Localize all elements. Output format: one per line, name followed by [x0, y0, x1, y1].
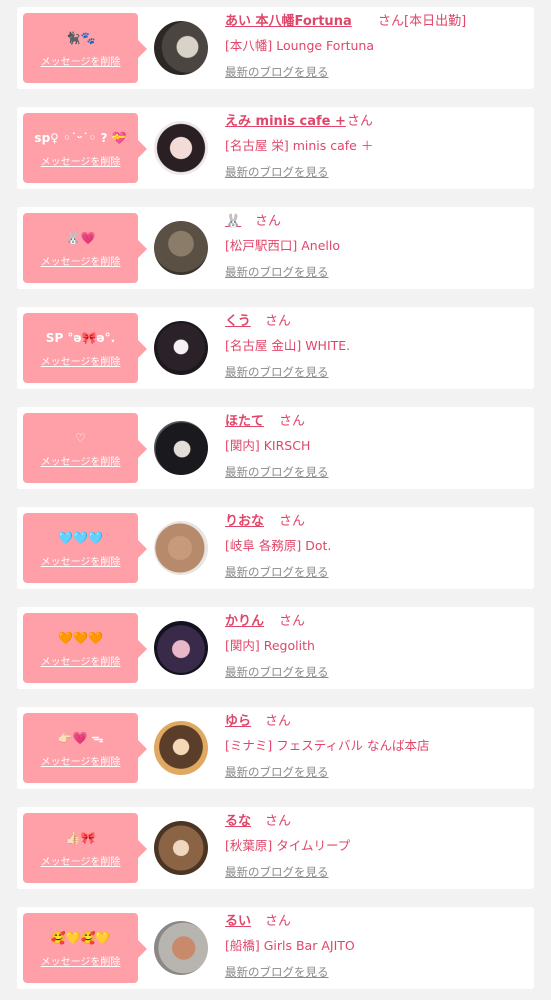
message-text: ♡ — [75, 431, 86, 445]
cast-name-link[interactable]: かりん — [225, 614, 264, 630]
shop-label: [本八幡] Lounge Fortuna — [225, 38, 374, 53]
cast-message-list: 🐈‍⬛🐾 メッセージを削除 あい 本八幡Fortuna さん[本日出勤] [本八… — [0, 0, 551, 1000]
message-text: 👉🏻💗 ᯓ — [57, 731, 104, 745]
message-bubble: SP °ə🎀ə°. メッセージを削除 — [23, 313, 147, 383]
cast-name-link[interactable]: ゆら — [225, 714, 251, 730]
avatar[interactable] — [154, 521, 208, 575]
list-item: 🧡🧡🧡 メッセージを削除 かりん さん [関内] Regolith 最新のブログ… — [17, 607, 534, 689]
avatar[interactable] — [154, 221, 208, 275]
cast-name-link[interactable]: るな — [225, 814, 251, 830]
shop-label: [ミナミ] フェスティバル なんば本店 — [225, 738, 430, 753]
delete-message-link[interactable]: メッセージを削除 — [23, 57, 138, 69]
shop-label: [岐阜 各務原] Dot. — [225, 538, 332, 553]
list-item: 👉🏻💗 ᯓ メッセージを削除 ゆら さん [ミナミ] フェスティバル なんば本店… — [17, 707, 534, 789]
shop-label: [名古屋 金山] WHITE. — [225, 338, 351, 353]
avatar[interactable] — [154, 621, 208, 675]
shop-label: [関内] Regolith — [225, 638, 315, 653]
shop-label: [名古屋 栄] minis cafe ＋ — [225, 138, 374, 153]
cast-name-link[interactable]: りおな — [225, 514, 264, 530]
latest-blog-link[interactable]: 最新のブログを見る — [225, 365, 329, 379]
latest-blog-link[interactable]: 最新のブログを見る — [225, 265, 329, 279]
list-item: 🐈‍⬛🐾 メッセージを削除 あい 本八幡Fortuna さん[本日出勤] [本八… — [17, 7, 534, 89]
message-text: sp♀ ◦˙ᵕ˙◦ ? 💝 — [34, 131, 127, 145]
latest-blog-link[interactable]: 最新のブログを見る — [225, 565, 329, 579]
message-text: SP °ə🎀ə°. — [45, 331, 116, 345]
message-text: 🐰💗 — [65, 231, 96, 245]
avatar[interactable] — [154, 921, 208, 975]
shop-label: [秋葉原] タイムリープ — [225, 838, 351, 853]
avatar[interactable] — [154, 121, 208, 175]
list-item: ♡ メッセージを削除 ほたて さん [関内] KIRSCH 最新のブログを見る — [17, 407, 534, 489]
delete-message-link[interactable]: メッセージを削除 — [23, 357, 138, 369]
avatar[interactable] — [154, 21, 208, 75]
avatar[interactable] — [154, 721, 208, 775]
cast-name-link[interactable]: 🐰 — [225, 214, 241, 230]
message-text: 🧡🧡🧡 — [58, 631, 103, 645]
honorific-label: さん — [279, 414, 306, 429]
delete-message-link[interactable]: メッセージを削除 — [23, 757, 138, 769]
latest-blog-link[interactable]: 最新のブログを見る — [225, 165, 329, 179]
delete-message-link[interactable]: メッセージを削除 — [23, 857, 138, 869]
honorific-label: さん — [279, 514, 306, 529]
honorific-label: さん[本日出勤] — [378, 14, 467, 29]
message-text: 🐈‍⬛🐾 — [65, 31, 96, 45]
latest-blog-link[interactable]: 最新のブログを見る — [225, 865, 329, 879]
list-item: 🥰💛🥰💛 メッセージを削除 るい さん [船橋] Girls Bar AJITO… — [17, 907, 534, 989]
avatar[interactable] — [154, 321, 208, 375]
delete-message-link[interactable]: メッセージを削除 — [23, 157, 138, 169]
latest-blog-link[interactable]: 最新のブログを見る — [225, 965, 329, 979]
avatar[interactable] — [154, 421, 208, 475]
message-text: 👍🏻🎀 — [65, 831, 96, 845]
delete-message-link[interactable]: メッセージを削除 — [23, 557, 138, 569]
honorific-label: さん — [255, 214, 282, 229]
list-item: 🩵🩵🩵 メッセージを削除 りおな さん [岐阜 各務原] Dot. 最新のブログ… — [17, 507, 534, 589]
honorific-label: さん — [265, 714, 292, 729]
message-text: 🥰💛🥰💛 — [50, 931, 111, 945]
cast-name-link[interactable]: えみ minis cafe + — [225, 114, 346, 130]
honorific-label: さん — [265, 314, 292, 329]
shop-label: [船橋] Girls Bar AJITO — [225, 938, 355, 953]
latest-blog-link[interactable]: 最新のブログを見る — [225, 665, 329, 679]
list-item: sp♀ ◦˙ᵕ˙◦ ? 💝 メッセージを削除 えみ minis cafe + さ… — [17, 107, 534, 189]
latest-blog-link[interactable]: 最新のブログを見る — [225, 65, 329, 79]
message-text: 🩵🩵🩵 — [58, 531, 103, 545]
cast-name-link[interactable]: ほたて — [225, 414, 264, 430]
latest-blog-link[interactable]: 最新のブログを見る — [225, 765, 329, 779]
delete-message-link[interactable]: メッセージを削除 — [23, 657, 138, 669]
message-bubble: ♡ メッセージを削除 — [23, 413, 147, 483]
honorific-label: さん — [347, 114, 374, 129]
list-item: 👍🏻🎀 メッセージを削除 るな さん [秋葉原] タイムリープ 最新のブログを見… — [17, 807, 534, 889]
cast-name-link[interactable]: あい 本八幡Fortuna — [225, 14, 352, 30]
cast-name-link[interactable]: るい — [225, 914, 251, 930]
avatar[interactable] — [154, 821, 208, 875]
delete-message-link[interactable]: メッセージを削除 — [23, 257, 138, 269]
delete-message-link[interactable]: メッセージを削除 — [23, 957, 138, 969]
message-bubble: 👍🏻🎀 メッセージを削除 — [23, 813, 147, 883]
cast-name-link[interactable]: くう — [225, 314, 251, 330]
message-bubble: 👉🏻💗 ᯓ メッセージを削除 — [23, 713, 147, 783]
message-bubble: 🩵🩵🩵 メッセージを削除 — [23, 513, 147, 583]
delete-message-link[interactable]: メッセージを削除 — [23, 457, 138, 469]
message-bubble: 🥰💛🥰💛 メッセージを削除 — [23, 913, 147, 983]
message-bubble: 🧡🧡🧡 メッセージを削除 — [23, 613, 147, 683]
message-bubble: sp♀ ◦˙ᵕ˙◦ ? 💝 メッセージを削除 — [23, 113, 147, 183]
list-item: 🐰💗 メッセージを削除 🐰 さん [松戸駅西口] Anello 最新のブログを見… — [17, 207, 534, 289]
honorific-label: さん — [265, 814, 292, 829]
message-bubble: 🐰💗 メッセージを削除 — [23, 213, 147, 283]
message-bubble: 🐈‍⬛🐾 メッセージを削除 — [23, 13, 147, 83]
honorific-label: さん — [279, 614, 306, 629]
shop-label: [松戸駅西口] Anello — [225, 238, 340, 253]
honorific-label: さん — [265, 914, 292, 929]
shop-label: [関内] KIRSCH — [225, 438, 311, 453]
list-item: SP °ə🎀ə°. メッセージを削除 くう さん [名古屋 金山] WHITE.… — [17, 307, 534, 389]
latest-blog-link[interactable]: 最新のブログを見る — [225, 465, 329, 479]
